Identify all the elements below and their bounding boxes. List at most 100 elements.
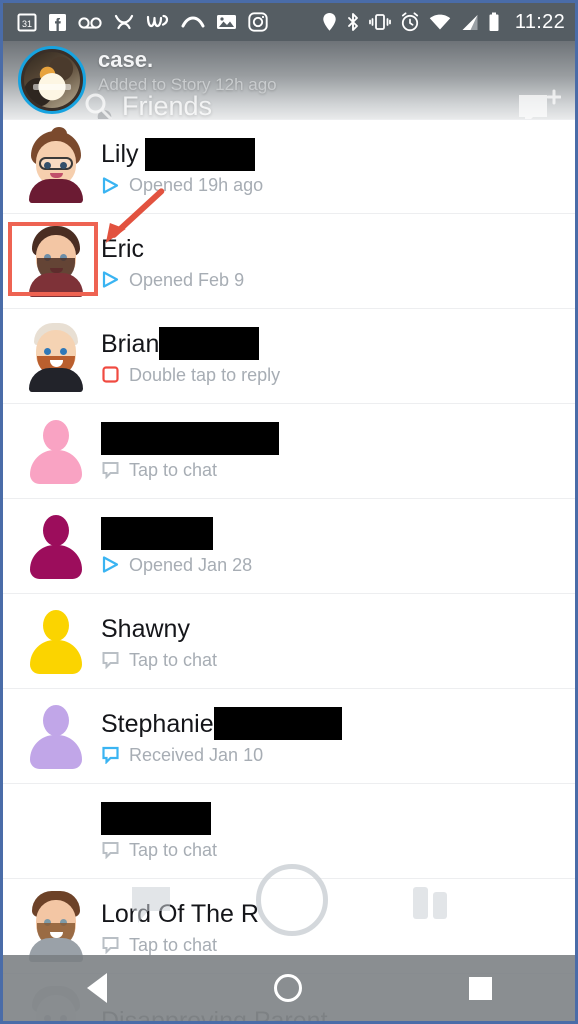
chat-name-line <box>101 517 575 551</box>
chat-icon <box>102 462 119 479</box>
redacted-name <box>213 707 342 740</box>
vibrate-icon <box>369 14 391 30</box>
chat-row-brian[interactable]: Brian Double tap to reply <box>3 309 575 404</box>
voicemail-icon <box>78 17 102 29</box>
status-bar-clock: 11:22 <box>514 10 565 33</box>
bitmoji-brian-icon <box>25 320 87 392</box>
back-icon[interactable] <box>86 973 107 1003</box>
gallery-icon <box>217 15 236 29</box>
chat-status: Double tap to reply <box>129 364 281 385</box>
status-bar: 31 11:22 <box>3 3 575 41</box>
chat-icon <box>102 652 119 669</box>
snap-opened-icon <box>102 271 119 288</box>
location-icon <box>323 13 336 31</box>
status-bar-notification-icons: 31 <box>17 12 322 32</box>
android-nav-bar[interactable] <box>3 955 575 1021</box>
redacted-name <box>101 517 213 550</box>
snap-opened-icon <box>102 556 119 573</box>
battery-icon <box>489 12 499 31</box>
chat-row-redacted-pink[interactable]: Tap to chat <box>3 404 575 499</box>
facebook-icon <box>49 13 66 31</box>
chat-status-line: Opened 19h ago <box>101 174 575 196</box>
chat-status: Tap to chat <box>129 649 218 670</box>
chat-row-redacted-blank[interactable]: Tap to chat <box>3 784 575 879</box>
alarm-icon <box>401 12 419 32</box>
avatar[interactable] <box>17 410 95 492</box>
chat-text: Tap to chat <box>95 802 575 861</box>
chat-status-line: Tap to chat <box>101 649 575 671</box>
recents-icon[interactable] <box>468 976 492 1000</box>
chat-status: Opened Jan 28 <box>129 554 253 575</box>
chat-status-line: Opened Feb 9 <box>101 269 575 291</box>
bitmoji-eric-icon <box>25 225 87 297</box>
avatar[interactable] <box>17 505 95 587</box>
curve-icon <box>181 16 205 28</box>
snapchat-icon <box>114 14 134 30</box>
bitmoji-lord-icon <box>25 890 87 962</box>
redacted-name <box>159 327 260 360</box>
chat-status: Received Jan 10 <box>129 744 264 765</box>
status-bar-system-icons: 11:22 <box>322 11 565 34</box>
chat-status: Tap to chat <box>129 934 218 955</box>
redacted-name <box>144 137 255 171</box>
chat-received-icon <box>102 746 119 764</box>
chat-text: Brian Double tap to reply <box>95 327 575 386</box>
snap-opened-icon <box>102 176 119 194</box>
story-thumbnail <box>24 52 80 108</box>
chat-name: Lily <box>101 140 139 168</box>
avatar[interactable] <box>17 315 95 397</box>
chat-name-line: Shawny <box>101 612 575 646</box>
chat-status-line: Received Jan 10 <box>101 744 575 766</box>
wifi-icon <box>429 14 451 29</box>
chat-row-lily[interactable]: Lily Opened 19h ago <box>3 119 575 214</box>
screenshot-frame: 31 11:22 case. Added to Story 12h ago Fr… <box>0 0 578 1024</box>
bluetooth-icon <box>347 13 358 31</box>
chat-name: Stephanie <box>101 709 214 738</box>
avatar[interactable] <box>17 126 95 208</box>
friends-header: case. Added to Story 12h ago Friends <box>3 41 575 119</box>
cellular-signal-icon <box>462 14 478 30</box>
chat-text: Lord Of The R Tap to chat <box>95 897 575 956</box>
chat-text: Eric Opened Feb 9 <box>95 232 575 291</box>
chat-name-line <box>101 422 575 456</box>
story-username: case. <box>98 47 154 72</box>
chat-status-line: Tap to chat <box>101 934 575 956</box>
story-text-block[interactable]: case. Added to Story 12h ago <box>98 47 485 97</box>
chat-text: Shawny Tap to chat <box>95 612 575 671</box>
wattpad-icon <box>146 14 169 28</box>
new-chat-icon[interactable] <box>515 89 561 119</box>
silhouette-yellow-icon <box>27 606 85 676</box>
chat-name-line: Eric <box>101 232 575 266</box>
chat-row-eric[interactable]: Eric Opened Feb 9 <box>3 214 575 309</box>
phone-screen: 31 11:22 case. Added to Story 12h ago Fr… <box>3 3 575 1021</box>
chat-status-line: Tap to chat <box>101 459 575 481</box>
chat-name: Eric <box>101 234 145 263</box>
bitmoji-lily-icon <box>25 126 87 203</box>
chat-status-line: Opened Jan 28 <box>101 554 575 576</box>
instagram-icon <box>248 12 268 32</box>
chat-name-line: Lord Of The R <box>101 897 575 931</box>
chat-row-stephanie[interactable]: Stephanie Received Jan 10 <box>3 689 575 784</box>
chat-text: Stephanie Received Jan 10 <box>95 707 575 766</box>
my-story-avatar[interactable] <box>18 46 86 114</box>
redacted-name <box>101 422 279 455</box>
friends-title-overlay[interactable]: Friends <box>83 91 212 119</box>
chat-status-line: Tap to chat <box>101 839 575 861</box>
silhouette-purple-icon <box>27 701 85 771</box>
search-icon[interactable] <box>83 91 113 119</box>
svg-text:31: 31 <box>22 19 32 29</box>
chat-row-shawny[interactable]: Shawny Tap to chat <box>3 594 575 689</box>
avatar[interactable] <box>17 695 95 777</box>
page-title: Friends <box>122 90 213 119</box>
avatar[interactable] <box>17 220 95 302</box>
friends-chat-list[interactable]: Lily Opened 19h ago Eric Opened Feb 9 Br… <box>3 119 575 1021</box>
home-icon[interactable] <box>273 974 302 1002</box>
chat-name-line: Stephanie <box>101 707 575 741</box>
chat-row-redacted-magenta[interactable]: Opened Jan 28 <box>3 499 575 594</box>
calendar-icon: 31 <box>17 13 37 32</box>
avatar[interactable] <box>17 790 95 872</box>
silhouette-pink-icon <box>27 416 85 486</box>
chat-icon <box>102 842 119 859</box>
redacted-name <box>101 802 211 835</box>
avatar[interactable] <box>17 600 95 682</box>
